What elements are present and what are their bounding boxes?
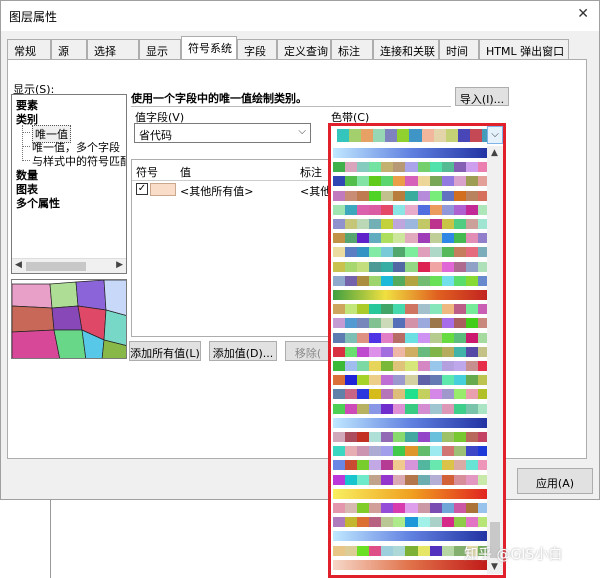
color-ramp-option[interactable] <box>333 176 490 187</box>
color-ramp-option[interactable] <box>333 389 490 400</box>
scroll-thumb[interactable] <box>26 262 86 271</box>
color-ramp-option[interactable] <box>333 361 490 371</box>
all-other-values-checkbox[interactable]: ✓ <box>136 183 148 195</box>
list-item-multiple-attributes[interactable]: 多个属性 <box>16 195 60 211</box>
tab-symbology[interactable]: 符号系统 <box>181 36 237 59</box>
remove-button[interactable]: 移除( <box>285 341 331 361</box>
add-values-button[interactable]: 添加值(D)... <box>209 341 277 361</box>
color-ramp-option[interactable] <box>337 129 495 142</box>
table-cell-value: <其他所有值> <box>180 185 254 198</box>
color-ramp-option[interactable] <box>333 432 490 442</box>
value-field-select[interactable]: 省代码 ⌵ <box>134 123 311 143</box>
tab-display[interactable]: 显示 <box>139 39 181 59</box>
color-ramp-option[interactable] <box>333 318 490 329</box>
chevron-down-icon[interactable]: ⌵ <box>487 126 503 144</box>
tab-html-popup[interactable]: HTML 弹出窗口 <box>479 39 569 59</box>
tab-labels[interactable]: 标注 <box>331 39 373 59</box>
add-all-values-button[interactable]: 添加所有值(L) <box>129 341 201 361</box>
color-ramp-option[interactable] <box>333 233 490 244</box>
apply-button[interactable]: 应用(A) <box>517 468 593 494</box>
selected-color-ramp[interactable] <box>337 127 495 143</box>
values-grid: 符号 值 标注 ✓ <其他所有值> <其他所 <box>131 159 331 337</box>
table-cell-label: <其他所 <box>300 185 331 198</box>
color-ramp-option[interactable] <box>333 460 490 471</box>
tab-bar: 常规 源 选择 显示 符号系统 字段 定义查询 标注 连接和关联 时间 HTML… <box>7 36 569 59</box>
color-ramp-option[interactable] <box>333 261 490 272</box>
color-ramp-option[interactable] <box>333 332 490 343</box>
color-ramp-option[interactable] <box>333 247 490 258</box>
tab-fields[interactable]: 字段 <box>237 39 277 59</box>
title-bar: 图层属性 ✕ <box>1 1 599 31</box>
column-header-symbol[interactable]: 符号 <box>136 164 158 180</box>
watermark: 知乎 @GIS小白 <box>464 547 563 563</box>
show-listbox[interactable]: 要素 类别 唯一值 唯一值，多个字段 与样式中的符号匹配 数量 图表 多个属性 … <box>11 94 127 274</box>
description-headline: 使用一个字段中的唯一值绘制类别。 <box>131 87 451 107</box>
symbol-swatch[interactable] <box>150 183 176 196</box>
color-ramp-list[interactable] <box>333 146 490 574</box>
color-ramp-option[interactable] <box>333 488 490 499</box>
background-divider <box>50 500 51 578</box>
tab-definition-query[interactable]: 定义查询 <box>277 39 331 59</box>
color-ramp-option[interactable] <box>333 417 490 428</box>
scroll-right-icon[interactable]: ▶ <box>116 260 123 270</box>
column-header-value[interactable]: 值 <box>180 164 191 180</box>
listbox-hscrollbar[interactable]: ◀ ▶ <box>12 258 126 273</box>
tab-joins-relates[interactable]: 连接和关联 <box>373 39 439 59</box>
color-ramp-option[interactable] <box>333 162 490 173</box>
color-ramp-option[interactable] <box>333 304 490 315</box>
color-ramp-option[interactable] <box>333 403 490 414</box>
color-ramp-option[interactable] <box>333 531 490 542</box>
color-ramp-option[interactable] <box>333 219 490 229</box>
color-ramp-option[interactable] <box>333 346 490 357</box>
scroll-up-icon[interactable]: ▲ <box>491 148 498 158</box>
color-ramp-option[interactable] <box>333 190 490 201</box>
tab-source[interactable]: 源 <box>51 39 87 59</box>
color-ramp-option[interactable] <box>333 148 490 158</box>
color-ramp-option[interactable] <box>333 375 490 386</box>
color-ramp-dropdown[interactable]: ⌵ ▲ ▼ <box>328 123 506 578</box>
list-item-match-style[interactable]: 与样式中的符号匹配 <box>32 153 126 169</box>
tab-time[interactable]: 时间 <box>439 39 479 59</box>
color-ramp-option[interactable] <box>333 446 490 457</box>
scroll-left-icon[interactable]: ◀ <box>15 260 22 270</box>
close-icon[interactable]: ✕ <box>577 6 589 22</box>
window-title: 图层属性 <box>9 10 58 24</box>
chevron-down-icon[interactable]: ⌵ <box>298 126 306 137</box>
color-ramp-option[interactable] <box>333 275 490 286</box>
tab-general[interactable]: 常规 <box>7 39 51 59</box>
color-ramp-option[interactable] <box>333 290 490 300</box>
value-field-value: 省代码 <box>139 129 172 142</box>
color-ramp-scrollbar[interactable]: ▲ ▼ <box>487 146 503 574</box>
import-button[interactable]: 导入(I)... <box>455 87 509 106</box>
tab-selection[interactable]: 选择 <box>87 39 139 59</box>
color-ramp-option[interactable] <box>333 517 490 528</box>
column-header-label[interactable]: 标注 <box>300 164 322 180</box>
color-ramp-option[interactable] <box>333 474 490 485</box>
map-preview-image <box>11 279 127 359</box>
color-ramp-option[interactable] <box>333 503 490 513</box>
color-ramp-option[interactable] <box>333 204 490 215</box>
layer-properties-window: 图层属性 ✕ 常规 源 选择 显示 符号系统 字段 定义查询 标注 连接和关联 … <box>0 0 600 500</box>
